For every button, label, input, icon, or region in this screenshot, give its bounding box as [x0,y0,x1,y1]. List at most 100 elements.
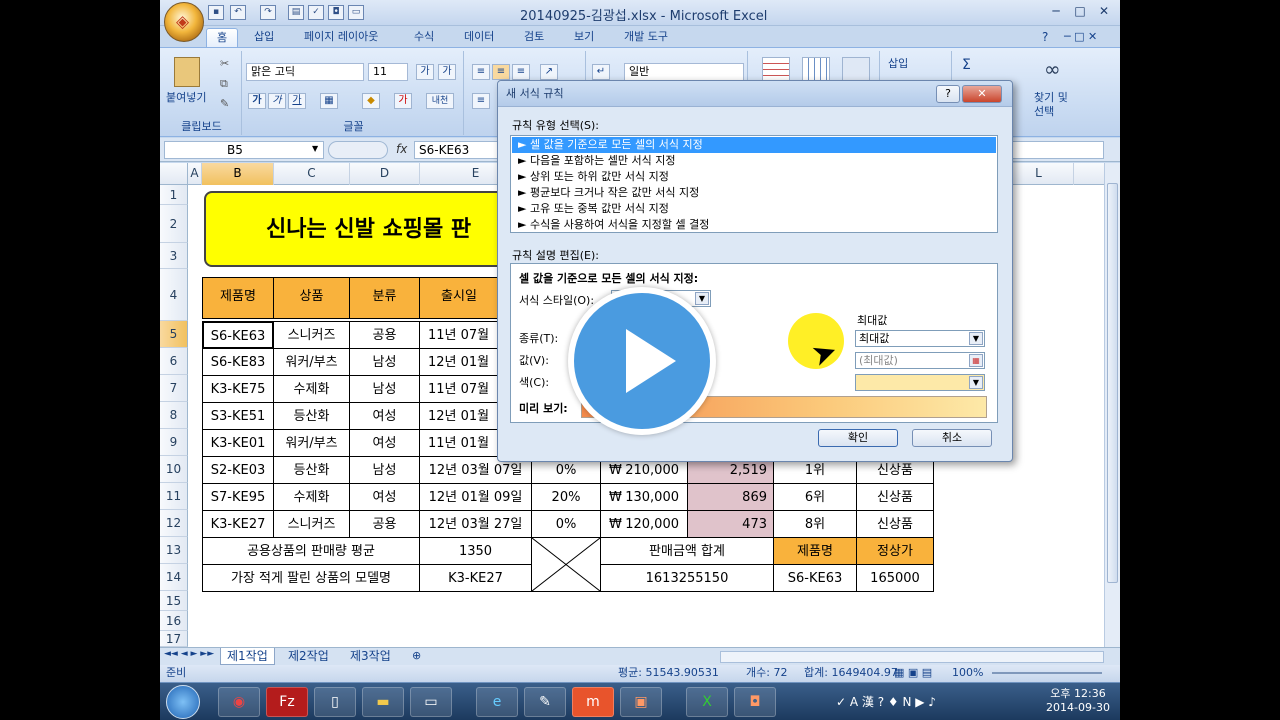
cell-d7[interactable]: 남성 [349,375,420,403]
cell-j11[interactable]: 신상품 [856,483,934,511]
row-header-4[interactable]: 4 [160,269,188,321]
cell-d9[interactable]: 여성 [349,429,420,457]
cell-c7[interactable]: 수제화 [273,375,350,403]
cell-h11[interactable]: 869 [687,483,774,511]
min-label-cell[interactable]: 가장 적게 팔린 상품의 모델명 [202,564,420,592]
insert-button[interactable]: 삽입 [888,57,908,71]
row-header-5[interactable]: 5 [160,321,188,348]
cell-j12[interactable]: 신상품 [856,510,934,538]
font-size-select[interactable]: 11 [368,63,408,81]
tray-icons[interactable]: ✓ A 漢 ? ♦ N ▶ ♪ [836,693,936,710]
open-icon[interactable]: ▭ [348,5,364,20]
help-icon[interactable]: ? [1042,30,1048,44]
folder-icon[interactable]: ▬ [362,687,404,717]
font-name-select[interactable]: 맑은 고딕 [246,63,364,81]
align-middle-icon[interactable]: ≡ [492,64,510,80]
cell-e12[interactable]: 12년 03월 27일 [419,510,532,538]
cell-f12[interactable]: 0% [531,510,601,538]
header-category[interactable]: 분류 [349,277,420,319]
spell-icon[interactable]: ✓ [308,5,324,20]
cell-e7[interactable]: 11년 07월 [419,375,499,403]
cell-b6[interactable]: S6-KE83 [202,348,274,376]
row-header-1[interactable]: 1 [160,185,188,205]
price-value-cell[interactable]: 165000 [856,564,934,592]
row-header-3[interactable]: 3 [160,243,188,269]
header-product[interactable]: 상품 [273,277,350,319]
cell-d8[interactable]: 여성 [349,402,420,430]
binoculars-icon[interactable]: ∞ [1044,57,1061,81]
cancel-button[interactable]: 취소 [912,429,992,447]
zoom-slider[interactable] [992,672,1102,674]
border-icon[interactable]: ▦ [320,93,338,109]
ppt2-icon[interactable]: ◘ [734,687,776,717]
underline-button[interactable]: 가 [288,93,306,109]
save-icon[interactable]: ▪ [208,5,224,20]
cell-b11[interactable]: S7-KE95 [202,483,274,511]
row-header-9[interactable]: 9 [160,429,188,456]
tab-developer[interactable]: 개발 도구 [614,28,678,48]
close-button[interactable]: ✕ [1092,2,1116,21]
m-icon[interactable]: m [572,687,614,717]
cell-i12[interactable]: 8위 [773,510,857,538]
cell-e6[interactable]: 12년 01월 [419,348,499,376]
chrome-icon[interactable]: ◉ [218,687,260,717]
row-header-12[interactable]: 12 [160,510,188,537]
ie-icon[interactable]: e [476,687,518,717]
ppt-icon[interactable]: ▣ [620,687,662,717]
rule-option-formula[interactable]: ► 수식을 사용하여 서식을 지정할 셀 결정 [512,217,996,233]
col-header-d[interactable]: D [350,163,420,185]
tab-data[interactable]: 데이터 [454,28,504,48]
total-label-cell[interactable]: 판매금액 합계 [600,537,774,565]
find-select-button[interactable]: 찾기 및 선택 [1034,91,1068,119]
redo-icon[interactable]: ↷ [260,5,276,20]
cell-e8[interactable]: 12년 01월 [419,402,499,430]
rule-option-unique[interactable]: ► 고유 또는 중복 값만 서식 지정 [512,201,996,217]
cell-d11[interactable]: 여성 [349,483,420,511]
row-header-13[interactable]: 13 [160,537,188,564]
tab-review[interactable]: 검토 [514,28,554,48]
row-header-6[interactable]: 6 [160,348,188,375]
sheet-tab-2[interactable]: 제2작업 [282,648,335,665]
sheet-tab-1[interactable]: 제1작업 [220,648,275,665]
shrink-font-button[interactable]: 가 [438,64,456,80]
formula-toggle[interactable] [328,141,388,159]
cell-b12[interactable]: K3-KE27 [202,510,274,538]
price-label-cell[interactable]: 정상가 [856,537,934,565]
rule-option-cell-value[interactable]: ► 셀 값을 기준으로 모든 셀의 서식 지정 [512,137,996,153]
form-icon[interactable]: ▤ [288,5,304,20]
row-header-14[interactable]: 14 [160,564,188,591]
row-header-16[interactable]: 16 [160,611,188,631]
col-header-c[interactable]: C [274,163,350,185]
cell-b7[interactable]: K3-KE75 [202,375,274,403]
sheet-tab-3[interactable]: 제3작업 [344,648,397,665]
vertical-scrollbar[interactable] [1104,163,1120,647]
row-header-17[interactable]: 17 [160,631,188,647]
cell-b9[interactable]: K3-KE01 [202,429,274,457]
header-product-code[interactable]: 제품명 [202,277,274,319]
max-value-input[interactable]: (최대값) ▦ [855,352,985,369]
tab-insert[interactable]: 삽입 [244,28,284,48]
total-value-cell[interactable]: 1613255150 [600,564,774,592]
row-header-8[interactable]: 8 [160,402,188,429]
row-header-15[interactable]: 15 [160,591,188,611]
cell-g11[interactable]: ₩130,000 [600,483,688,511]
align-bottom-icon[interactable]: ≡ [512,64,530,80]
undo-icon[interactable]: ↶ [230,5,246,20]
clock[interactable]: 오후 12:36 2014-09-30 [1040,687,1116,715]
camera-icon[interactable]: ◘ [328,5,344,20]
row-header-10[interactable]: 10 [160,456,188,483]
cell-d5[interactable]: 공용 [349,321,420,349]
excel-icon[interactable]: X [686,687,728,717]
name-box-dropdown-icon[interactable]: ▼ [312,144,318,153]
align-top-icon[interactable]: ≡ [472,64,490,80]
number-format-select[interactable]: 일반 [624,63,744,81]
ok-button[interactable]: 확인 [818,429,898,447]
max-color-select[interactable]: ▼ [855,374,985,391]
grow-font-button[interactable]: 가 [416,64,434,80]
status-zoom[interactable]: 100% [952,665,983,681]
dialog-close-button[interactable]: ✕ [962,85,1002,103]
row-header-7[interactable]: 7 [160,375,188,402]
cell-c8[interactable]: 등산화 [273,402,350,430]
format-painter-icon[interactable]: ✎ [220,97,229,110]
cell-e5[interactable]: 11년 07월 [419,321,499,349]
